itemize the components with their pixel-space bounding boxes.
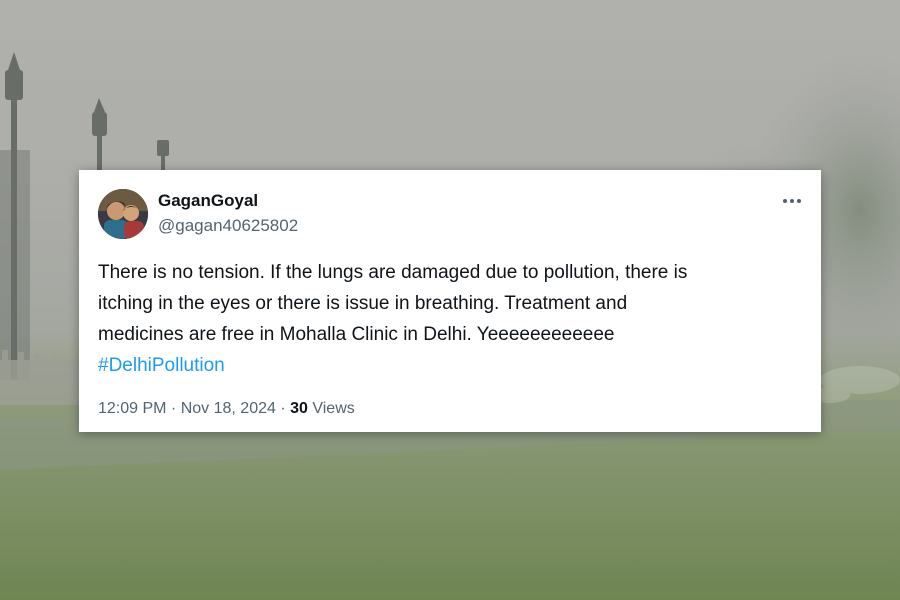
- tweet-text-line: There is no tension. If the lungs are da…: [98, 262, 688, 283]
- tweet-text-line: itching in the eyes or there is issue in…: [98, 293, 628, 314]
- views-count: 30: [290, 400, 308, 417]
- tweet-text-line: medicines are free in Mohalla Clinic in …: [98, 324, 615, 345]
- separator: ·: [275, 400, 291, 417]
- display-name[interactable]: GaganGoyal: [158, 190, 258, 212]
- avatar-image: [98, 189, 148, 239]
- tweet-metadata: 12:09 PM · Nov 18, 2024 · 30 Views: [98, 398, 355, 420]
- tweet-text: There is no tension. If the lungs are da…: [98, 257, 798, 381]
- tweet-time[interactable]: 12:09 PM: [98, 400, 166, 417]
- more-options-button[interactable]: [779, 190, 805, 212]
- tweet-card[interactable]: GaganGoyal @gagan40625802 There is no te…: [79, 170, 821, 432]
- hashtag-link[interactable]: #DelhiPollution: [98, 350, 225, 381]
- tweet-date[interactable]: Nov 18, 2024: [181, 400, 276, 417]
- more-horizontal-icon: [783, 199, 801, 203]
- separator: ·: [166, 400, 181, 417]
- views-label: Views: [312, 400, 355, 417]
- user-handle[interactable]: @gagan40625802: [158, 215, 298, 237]
- avatar[interactable]: [98, 189, 148, 239]
